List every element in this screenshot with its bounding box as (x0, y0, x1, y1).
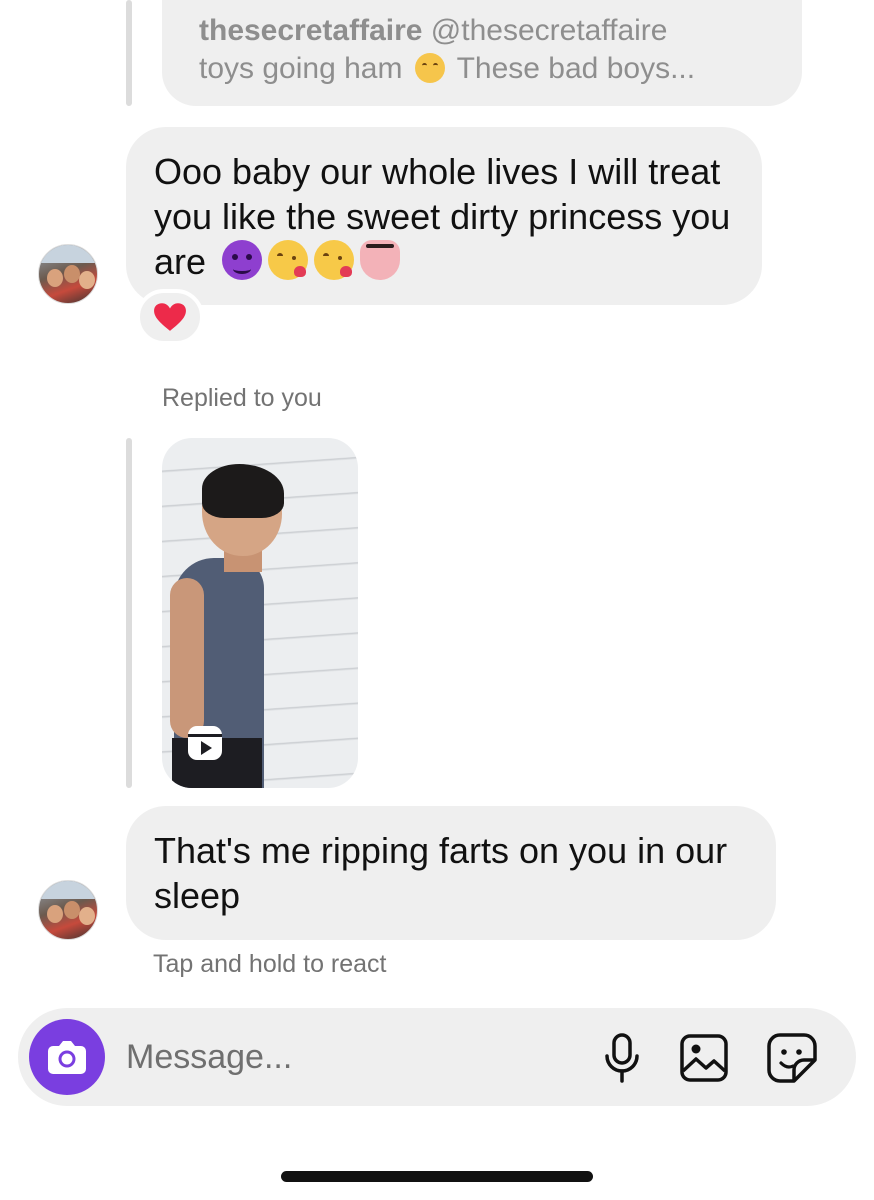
message-reaction[interactable] (136, 289, 204, 345)
sticker-icon (767, 1033, 817, 1083)
voice-message-button[interactable] (596, 1032, 648, 1084)
message-text: That's me ripping farts on you in our sl… (154, 830, 728, 916)
sender-avatar[interactable] (38, 880, 98, 940)
reels-icon (188, 726, 222, 760)
message-bubble[interactable]: Ooo baby our whole lives I will treat yo… (126, 127, 762, 305)
gallery-button[interactable] (678, 1032, 730, 1084)
gallery-icon (680, 1034, 728, 1082)
message-bubble[interactable]: That's me ripping farts on you in our sl… (126, 806, 776, 940)
microphone-icon (605, 1033, 639, 1083)
home-indicator[interactable] (281, 1171, 593, 1182)
reaction-hint: Tap and hold to react (153, 950, 387, 978)
face-blowing-kiss-emoji (314, 240, 355, 280)
shared-post-handle: @thesecretaffaire (430, 14, 668, 47)
smiling-devil-emoji (222, 240, 263, 280)
shared-post-username: thesecretaffaire (199, 14, 423, 47)
camera-icon (48, 1041, 86, 1074)
red-heart-icon (154, 303, 186, 331)
camera-button[interactable] (29, 1019, 105, 1095)
drooling-face-emoji (414, 53, 445, 83)
message-input[interactable] (126, 1032, 576, 1082)
reel-thumbnail[interactable] (162, 438, 358, 788)
reply-indicator-line (126, 0, 132, 106)
sender-avatar[interactable] (38, 244, 98, 304)
shared-post-preview[interactable]: thesecretaffaire @thesecretaffaire toys … (162, 0, 802, 106)
sticker-button[interactable] (766, 1032, 818, 1084)
message-composer (18, 1008, 856, 1106)
reply-indicator-line (126, 438, 132, 788)
face-blowing-kiss-emoji (268, 240, 309, 280)
shared-post-caption-end: These bad boys... (456, 52, 696, 85)
reply-label: Replied to you (162, 384, 322, 412)
shared-post-caption-start: toys going ham (199, 52, 403, 85)
tongue-emoji (360, 240, 401, 280)
